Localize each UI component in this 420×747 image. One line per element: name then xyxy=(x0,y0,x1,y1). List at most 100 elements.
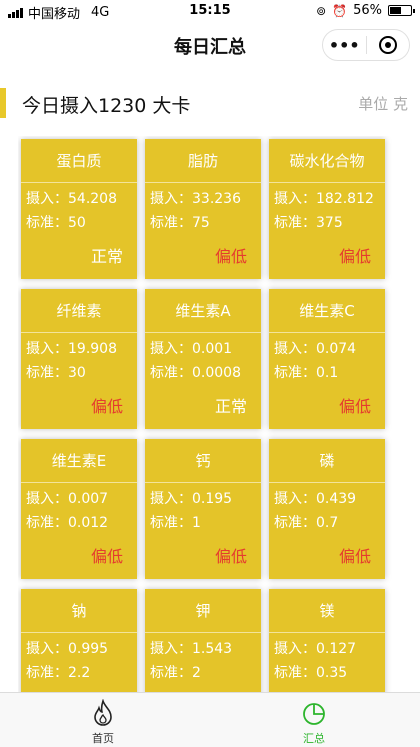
battery-percent: 56% xyxy=(353,3,382,18)
standard-row: 标准：0.0008 xyxy=(145,361,261,385)
alarm-icon: ⏰ xyxy=(332,3,348,18)
standard-row: 标准：50 xyxy=(21,211,137,235)
intake-row: 摄入：0.007 xyxy=(21,487,137,511)
intake-label: 摄入： xyxy=(26,491,68,507)
tab-bar: 首页 汇总 xyxy=(0,692,420,747)
standard-label: 标准： xyxy=(26,365,68,381)
standard-row: 标准：75 xyxy=(145,211,261,235)
battery-icon xyxy=(388,5,415,16)
nutrient-card: 镁摄入：0.127 标准：0.35 xyxy=(269,589,385,692)
standard-row: 标准：30 xyxy=(21,361,137,385)
intake-row: 摄入：0.195 xyxy=(145,487,261,511)
standard-row: 标准：2 xyxy=(145,661,261,685)
intake-label: 摄入： xyxy=(274,491,316,507)
standard-value: 375 xyxy=(316,215,343,231)
nutrient-card: 碳水化合物 摄入：182.812 标准：375 偏低 xyxy=(269,139,385,279)
standard-row: 标准：2.2 xyxy=(21,661,137,685)
standard-value: 0.012 xyxy=(68,515,109,531)
status-badge: 偏低 xyxy=(338,547,371,566)
standard-label: 标准： xyxy=(26,515,68,531)
nav-bar: 每日汇总 ••• xyxy=(0,22,420,68)
intake-label: 摄入： xyxy=(150,341,192,357)
summary-header: 今日摄入1230 大卡 单位 克 xyxy=(0,86,420,122)
standard-value: 0.1 xyxy=(316,365,339,381)
tab-summary[interactable]: 汇总 xyxy=(274,699,354,746)
intake-row: 摄入：0.127 xyxy=(269,637,385,661)
nutrient-name: 纤维素 xyxy=(21,289,137,333)
daily-intake-title: 今日摄入1230 大卡 xyxy=(22,95,191,117)
standard-value: 2.2 xyxy=(68,665,91,681)
nutrient-name: 维生素E xyxy=(21,439,137,483)
intake-label: 摄入： xyxy=(26,191,68,207)
status-badge: 正常 xyxy=(90,247,123,266)
intake-row: 摄入：54.208 xyxy=(21,187,137,211)
intake-row: 摄入：19.908 xyxy=(21,337,137,361)
standard-label: 标准： xyxy=(26,665,68,681)
standard-value: 0.7 xyxy=(316,515,339,531)
intake-label: 摄入： xyxy=(26,341,68,357)
standard-label: 标准： xyxy=(274,365,316,381)
nutrient-name: 碳水化合物 xyxy=(269,139,385,183)
accent-bar xyxy=(0,88,6,118)
intake-value: 0.127 xyxy=(316,641,357,657)
more-icon: ••• xyxy=(328,35,360,55)
intake-value: 0.007 xyxy=(68,491,109,507)
intake-row: 摄入：1.543 xyxy=(145,637,261,661)
tab-summary-label: 汇总 xyxy=(303,732,325,745)
status-badge: 偏低 xyxy=(90,547,123,566)
standard-label: 标准： xyxy=(274,215,316,231)
intake-label: 摄入： xyxy=(274,641,316,657)
nutrient-card: 蛋白质 摄入：54.208 标准：50 正常 xyxy=(21,139,137,279)
orientation-lock-icon: ⊚ xyxy=(316,3,327,18)
nutrient-card: 维生素A 摄入：0.001 标准：0.0008 正常 xyxy=(145,289,261,429)
pie-chart-icon xyxy=(303,703,325,725)
standard-label: 标准： xyxy=(150,665,192,681)
nutrient-card: 钙摄入：0.195 标准：1 偏低 xyxy=(145,439,261,579)
nutrient-card: 维生素C 摄入：0.074 标准：0.1 偏低 xyxy=(269,289,385,429)
intake-value: 0.439 xyxy=(316,491,357,507)
status-badge: 正常 xyxy=(214,397,247,416)
nutrient-card: 磷摄入：0.439 标准：0.7 偏低 xyxy=(269,439,385,579)
standard-label: 标准： xyxy=(274,515,316,531)
intake-value: 19.908 xyxy=(68,341,117,357)
target-icon xyxy=(378,36,397,54)
standard-value: 75 xyxy=(192,215,210,231)
standard-value: 0.35 xyxy=(316,665,348,681)
nutrient-name: 蛋白质 xyxy=(21,139,137,183)
close-mini-program-button[interactable] xyxy=(367,30,410,60)
standard-value: 2 xyxy=(192,665,201,681)
nutrient-name: 维生素A xyxy=(145,289,261,333)
nutrient-name: 钠 xyxy=(21,589,137,633)
nutrient-name: 钾 xyxy=(145,589,261,633)
intake-value: 54.208 xyxy=(68,191,117,207)
tab-home[interactable]: 首页 xyxy=(63,699,143,746)
flame-icon xyxy=(94,699,112,726)
more-menu-button[interactable]: ••• xyxy=(323,30,366,60)
nutrient-name: 钙 xyxy=(145,439,261,483)
nutrient-card: 钠摄入：0.995 标准：2.2 xyxy=(21,589,137,692)
intake-label: 摄入： xyxy=(150,641,192,657)
intake-row: 摄入：0.001 xyxy=(145,337,261,361)
nutrient-card: 钾摄入：1.543 标准：2 xyxy=(145,589,261,692)
nutrient-grid: 蛋白质 摄入：54.208 标准：50 正常 脂肪 摄入：33.236 标准：75 偏低 碳水化… xyxy=(18,136,408,692)
standard-row: 标准：375 xyxy=(269,211,385,235)
intake-label: 摄入： xyxy=(274,191,316,207)
status-badge: 偏低 xyxy=(214,547,247,566)
nutrient-card: 脂肪 摄入：33.236 标准：75 偏低 xyxy=(145,139,261,279)
intake-value: 0.001 xyxy=(192,341,233,357)
standard-value: 30 xyxy=(68,365,86,381)
status-badge: 偏低 xyxy=(214,247,247,266)
standard-value: 0.0008 xyxy=(192,365,241,381)
nutrient-name: 磷 xyxy=(269,439,385,483)
unit-label: 单位 克 xyxy=(358,95,408,113)
tab-home-label: 首页 xyxy=(92,732,114,745)
status-badge: 偏低 xyxy=(90,397,123,416)
nutrient-card: 纤维素 摄入：19.908 标准：30 偏低 xyxy=(21,289,137,429)
intake-value: 0.995 xyxy=(68,641,109,657)
intake-value: 182.812 xyxy=(316,191,374,207)
standard-value: 1 xyxy=(192,515,201,531)
nutrient-name: 脂肪 xyxy=(145,139,261,183)
standard-label: 标准： xyxy=(274,665,316,681)
intake-value: 0.074 xyxy=(316,341,357,357)
intake-label: 摄入： xyxy=(150,491,192,507)
